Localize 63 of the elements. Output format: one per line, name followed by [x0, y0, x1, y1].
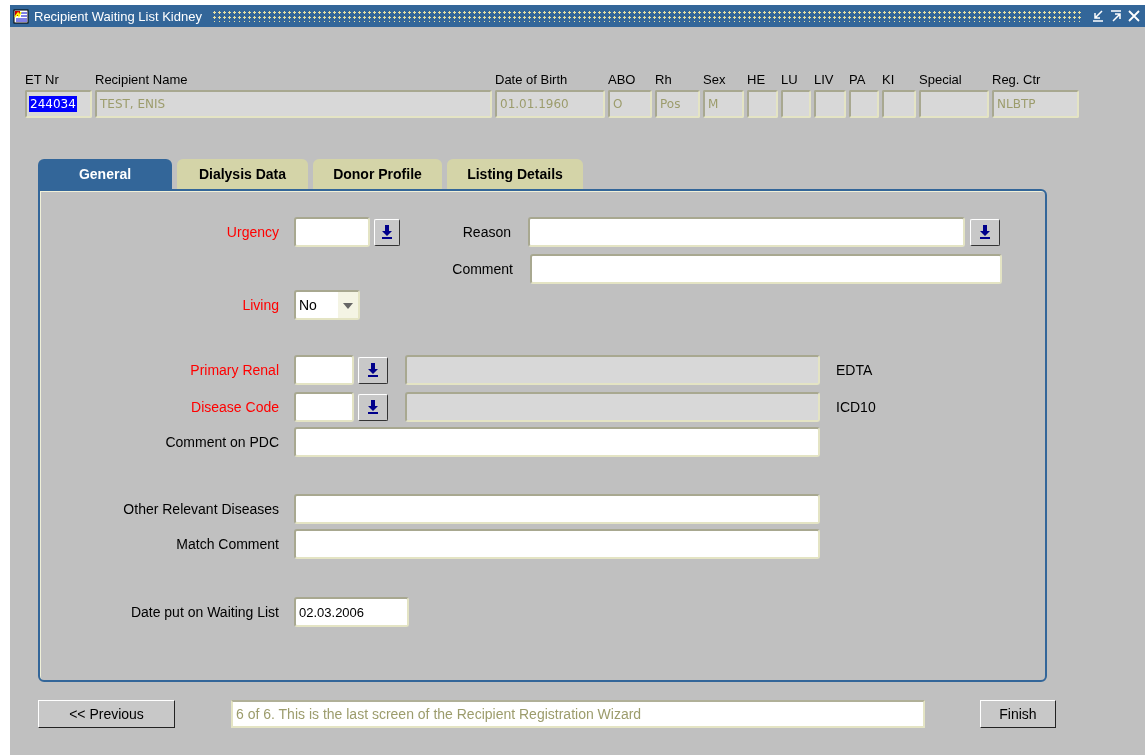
column-label: Rh: [655, 72, 673, 88]
field-label: Primary Renal: [189, 362, 279, 378]
down-arrow-icon: [979, 224, 991, 240]
read-only-field[interactable]: [814, 90, 846, 118]
column-label: Reg. Ctr: [992, 72, 1042, 88]
input-field[interactable]: [528, 217, 965, 247]
input-field[interactable]: [294, 494, 820, 524]
column-label: PA: [849, 72, 867, 88]
input-field[interactable]: 02.03.2006: [294, 597, 409, 627]
column-label: LU: [781, 72, 799, 88]
dropdown[interactable]: No: [294, 290, 360, 320]
column-label: ABO: [608, 72, 637, 88]
list-of-values-button[interactable]: [358, 393, 388, 421]
code-system-label: EDTA: [836, 362, 873, 378]
tab[interactable]: Listing Details: [447, 159, 583, 189]
window-title: Recipient Waiting List Kidney: [34, 8, 202, 24]
tab[interactable]: Donor Profile: [313, 159, 442, 189]
field-label: Comment: [451, 261, 513, 277]
input-field[interactable]: [294, 392, 354, 422]
column-label: Recipient Name: [95, 72, 189, 88]
read-only-field[interactable]: [849, 90, 879, 118]
list-of-values-button[interactable]: [358, 356, 388, 384]
down-arrow-icon: [367, 362, 379, 378]
tab[interactable]: Dialysis Data: [177, 159, 308, 189]
column-label: Date of Birth: [495, 72, 569, 88]
app-icon: [12, 7, 30, 25]
status-message: 6 of 6. This is the last screen of the Recipient Registration Wizard: [231, 700, 925, 728]
column-label: Sex: [703, 72, 727, 88]
caret-icon: [338, 292, 358, 318]
input-field[interactable]: [530, 254, 1002, 284]
field-label: Reason: [461, 224, 511, 240]
minimize-icon[interactable]: [1091, 9, 1105, 23]
input-field[interactable]: [294, 217, 370, 247]
input-field[interactable]: [294, 355, 354, 385]
column-label: Special: [919, 72, 963, 88]
field-label: Comment on PDC: [164, 434, 279, 450]
field-label: Match Comment: [175, 536, 279, 552]
finish-button[interactable]: Finish: [980, 700, 1056, 728]
column-label: ET Nr: [25, 72, 60, 88]
field-label: Disease Code: [190, 399, 279, 415]
read-only-field[interactable]: [747, 90, 778, 118]
field-label: Urgency: [225, 224, 279, 240]
down-arrow-icon: [367, 399, 379, 415]
list-of-values-button[interactable]: [970, 218, 1000, 246]
input-field[interactable]: [294, 427, 820, 457]
field-label: Living: [241, 297, 279, 313]
column-label: KI: [882, 72, 896, 88]
previous-button[interactable]: << Previous: [38, 700, 175, 728]
field-label: Date put on Waiting List: [129, 604, 279, 620]
read-only-field[interactable]: [781, 90, 811, 118]
column-label: HE: [747, 72, 767, 88]
maximize-icon[interactable]: [1109, 9, 1123, 23]
input-field[interactable]: [294, 529, 820, 559]
close-icon[interactable]: [1127, 9, 1141, 23]
read-only-field[interactable]: 244034: [25, 90, 92, 118]
code-system-label: ICD10: [836, 399, 876, 415]
read-only-field[interactable]: [882, 90, 916, 118]
field-label: Other Relevant Diseases: [122, 501, 279, 517]
column-label: LIV: [814, 72, 835, 88]
list-of-values-button[interactable]: [374, 218, 400, 246]
tab[interactable]: General: [38, 159, 172, 189]
read-only-field[interactable]: [919, 90, 989, 118]
down-arrow-icon: [381, 224, 393, 240]
